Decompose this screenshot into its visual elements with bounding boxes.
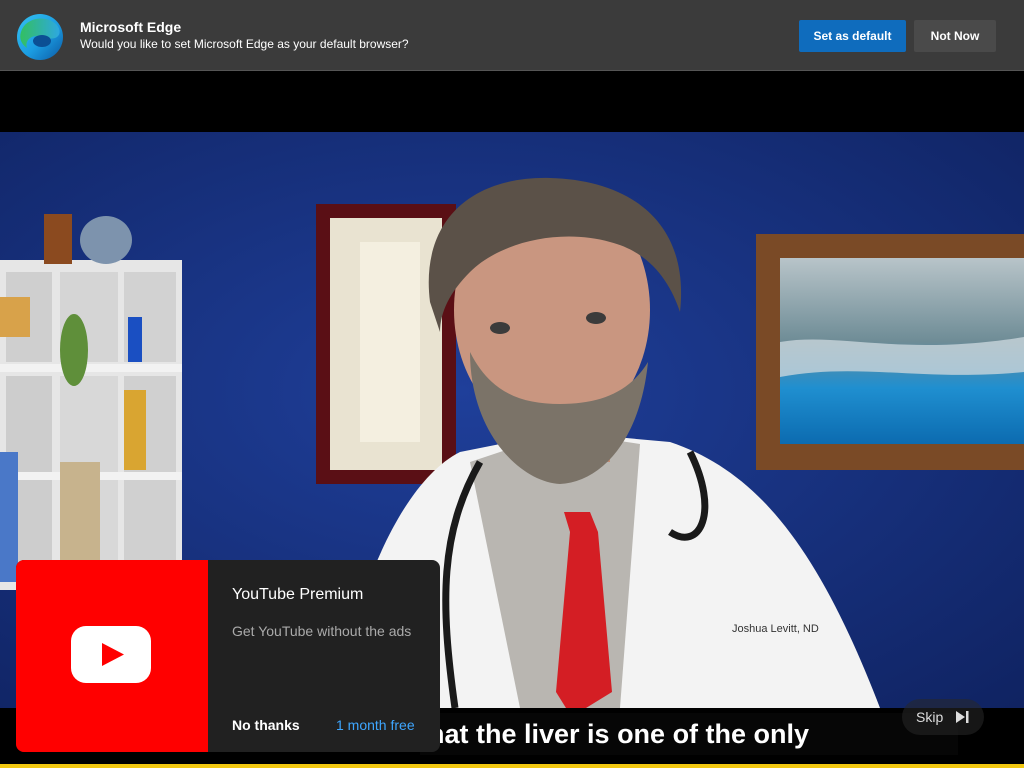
skip-ad-button[interactable]: Skip (902, 699, 984, 735)
premium-subtitle: Get YouTube without the ads (232, 623, 412, 639)
coat-name-text: Joshua Levitt, ND (732, 623, 819, 635)
skip-icon (956, 711, 969, 723)
not-now-button[interactable]: Not Now (914, 20, 996, 52)
premium-promo-art (16, 560, 208, 752)
youtube-play-icon (71, 626, 151, 683)
no-thanks-button[interactable]: No thanks (232, 717, 300, 733)
video-caption: hat the liver is one of the only (420, 713, 958, 755)
edge-logo-icon (17, 14, 63, 60)
one-month-free-button[interactable]: 1 month free (336, 717, 415, 733)
set-as-default-button[interactable]: Set as default (799, 20, 906, 52)
edge-banner-message: Would you like to set Microsoft Edge as … (80, 37, 409, 51)
edge-default-banner: Microsoft Edge Would you like to set Mic… (0, 0, 1024, 71)
edge-banner-title: Microsoft Edge (80, 19, 182, 35)
youtube-premium-promo: YouTube Premium Get YouTube without the … (16, 560, 440, 752)
bottom-accent-bar (0, 764, 1024, 768)
skip-label: Skip (916, 709, 944, 725)
premium-title: YouTube Premium (232, 586, 364, 603)
